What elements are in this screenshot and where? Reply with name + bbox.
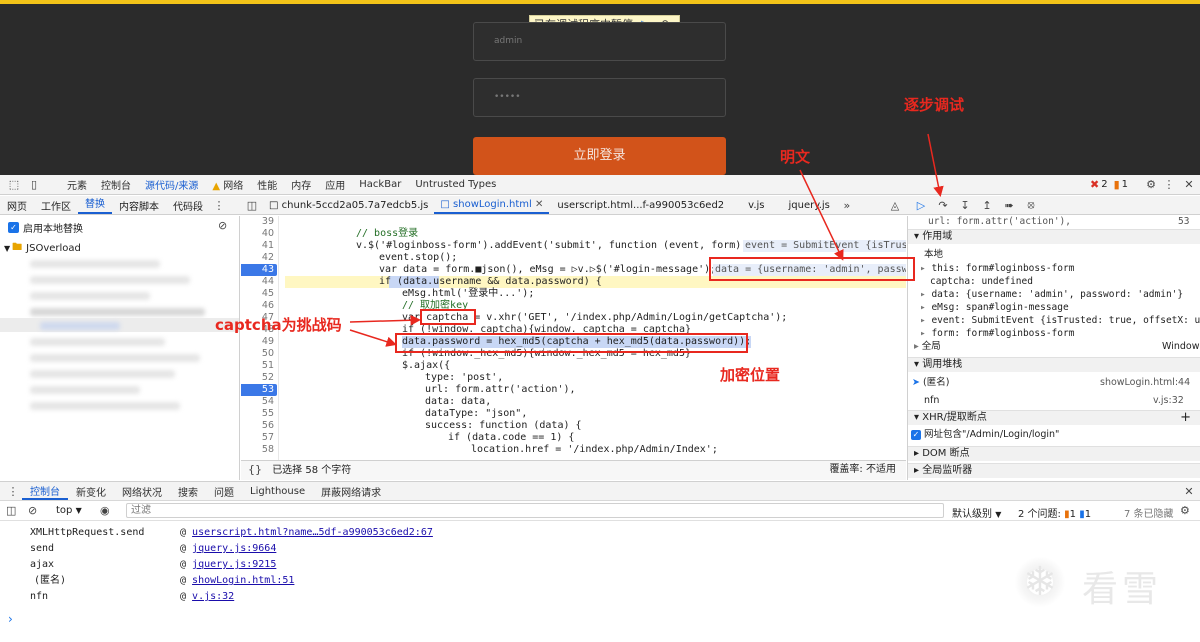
captcha-arrow	[349, 314, 421, 326]
encrypt-arrow	[349, 329, 397, 347]
plaintext-arrow	[799, 169, 844, 261]
step-debug-arrow	[927, 133, 944, 197]
annotation-arrows	[349, 133, 944, 347]
